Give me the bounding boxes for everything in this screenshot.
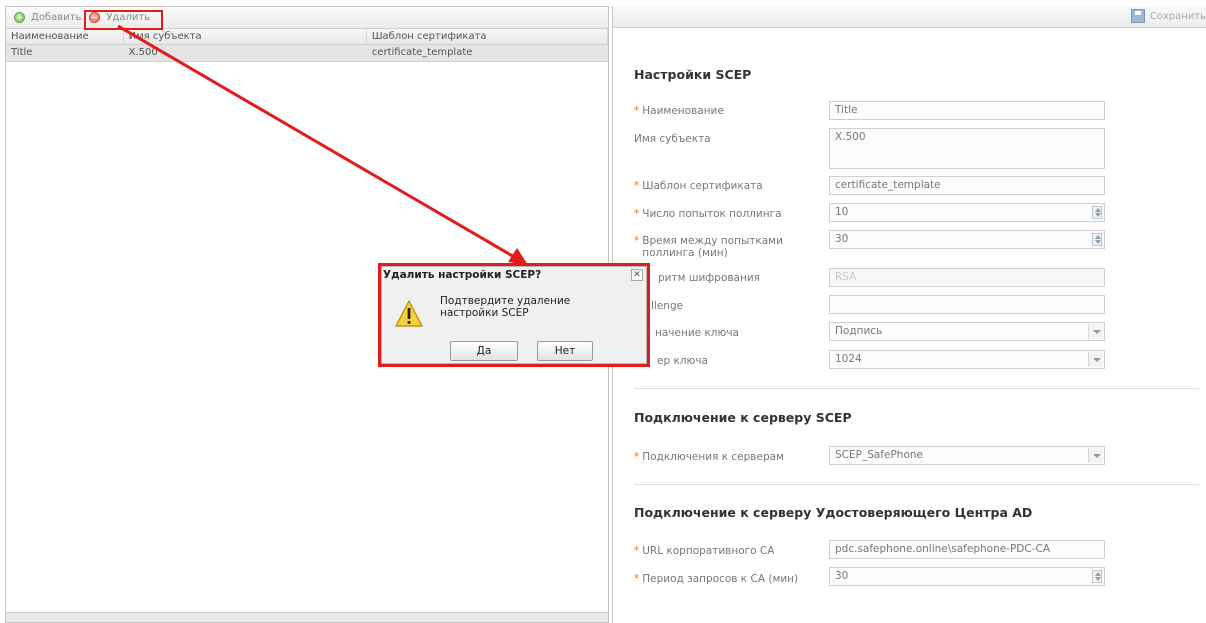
algorithm-label: ритм шифрования [658,272,760,284]
spinner-arrows-icon[interactable] [1092,233,1102,246]
connections-label: * Подключения к серверам [634,451,784,463]
key-usage-label: начение ключа [655,327,739,339]
connections-select[interactable]: SCEP_SafePhone [829,446,1105,465]
ca-url-field[interactable]: pdc.safephone.online\safephone-PDC-CA [829,540,1105,559]
poll-interval-value: 30 [835,233,849,245]
no-button[interactable]: Нет [537,341,593,361]
challenge-label: llenge [651,300,684,312]
yes-button[interactable]: Да [450,341,518,361]
dialog-title: Удалить настройки SCEP? [383,269,542,281]
column-header-name[interactable]: Наименование [6,29,124,44]
column-header-subject[interactable]: Имя субъекта [124,29,367,44]
cell-subject: X.500 [128,47,158,58]
spinner-arrows-icon[interactable] [1092,570,1102,583]
name-label: * Наименование [634,105,724,117]
scep-settings-panel: Сохранить Настройки SCEP * Наименование T… [612,6,1206,623]
connections-value: SCEP_SafePhone [835,449,923,461]
poll-count-label: * Число попыток поллинга [634,208,782,220]
template-label: * Шаблон сертификата [634,180,763,192]
delete-button-annotation-box [84,10,163,30]
key-size-label: ер ключа [657,355,708,367]
dialog-body: Удалить настройки SCEP? ✕ Подтвердите уд… [381,266,647,364]
table-row[interactable]: Title X.500 certificate_template [6,45,608,62]
chevron-down-icon[interactable] [1088,352,1103,367]
save-button[interactable]: Сохранить [1130,9,1206,23]
add-button[interactable]: Добавить [10,9,85,27]
poll-count-value: 10 [835,206,849,218]
poll-count-stepper[interactable]: 10 [829,203,1105,222]
ca-period-value: 30 [835,570,849,582]
warning-icon [395,300,423,327]
add-circle-icon [14,12,25,23]
floppy-disk-icon [1130,9,1145,23]
cell-template: certificate_template [371,47,473,58]
column-header-template[interactable]: Шаблон сертификата [367,29,608,44]
section-divider [634,484,1199,485]
save-button-label: Сохранить [1149,10,1206,22]
key-size-value: 1024 [835,353,862,365]
cell-name: Title [11,47,33,58]
template-field[interactable]: certificate_template [829,176,1105,195]
ca-url-label: * URL корпоративного CA [634,545,775,557]
poll-interval-label: * Время между попытками поллинга (мин) [634,235,783,259]
spinner-arrows-icon[interactable] [1092,206,1102,219]
scep-settings-title: Настройки SCEP [634,67,752,82]
subject-label: Имя субъекта [634,133,711,145]
key-usage-value: Подпись [835,325,883,337]
grid-header: Наименование Имя субъекта Шаблон сертифи… [6,29,608,45]
close-icon[interactable]: ✕ [631,269,643,281]
ad-ca-title: Подключение к серверу Удостоверяющего Це… [634,505,1033,520]
challenge-field[interactable] [829,295,1105,314]
add-button-label: Добавить [31,12,82,23]
grid-pager [6,612,608,622]
dialog-message: Подтвердите удаление настройки SCEP [440,295,571,319]
key-usage-select[interactable]: Подпись [829,322,1105,341]
confirm-delete-dialog: Удалить настройки SCEP? ✕ Подтвердите уд… [378,263,650,367]
key-size-select[interactable]: 1024 [829,350,1105,369]
chevron-down-icon[interactable] [1088,324,1103,339]
chevron-down-icon[interactable] [1088,448,1103,463]
ca-period-stepper[interactable]: 30 [829,567,1105,586]
name-field[interactable]: Title [829,101,1105,120]
scep-server-title: Подключение к серверу SCEP [634,410,852,425]
algorithm-field: RSA [829,268,1105,287]
section-divider [634,388,1199,389]
ca-period-label: * Период запросов к CA (мин) [634,573,799,585]
poll-interval-stepper[interactable]: 30 [829,230,1105,249]
settings-toolbar: Сохранить [613,6,1206,28]
subject-field[interactable]: X.500 [829,128,1105,169]
